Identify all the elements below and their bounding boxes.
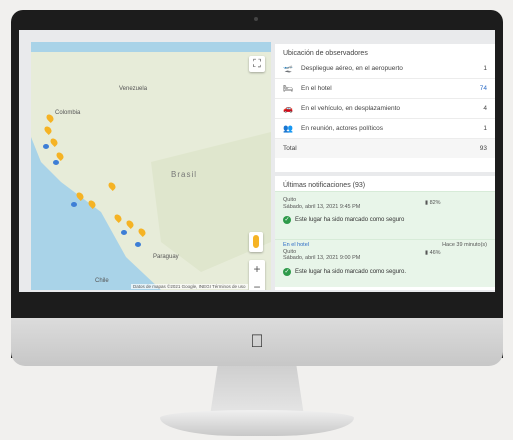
hotel-icon: 🛏	[283, 84, 294, 93]
observer-row-value: 1	[483, 65, 487, 72]
observer-row-value: 1	[483, 125, 487, 132]
map-label-chile: Chile	[95, 278, 109, 284]
notification-battery: ▮ 46%	[425, 250, 441, 256]
notification-battery: ▮ 82%	[425, 200, 441, 206]
notification-date: Sábado, abril 13, 2021 9:00 PM	[283, 255, 361, 261]
notification-time-ago: Hace 39 minuto(s)	[442, 242, 487, 248]
fullscreen-button[interactable]: ⛶	[249, 56, 265, 72]
screen: Venezuela Colombia Brasil Paraguay Chile…	[19, 30, 495, 292]
notifications-title: Últimas notificaciones (93)	[283, 182, 366, 189]
meeting-icon: 👥	[283, 124, 293, 133]
monitor-base	[160, 410, 354, 436]
zoom-out-button[interactable]: −	[249, 278, 265, 290]
map-cluster[interactable]	[43, 144, 49, 149]
observer-row: 🛏 En el hotel 74	[275, 79, 495, 99]
landmass	[31, 42, 271, 290]
pegman-icon	[253, 235, 259, 248]
map-attribution[interactable]: Datos de mapas ©2021 Google, INEGI Térmi…	[131, 284, 248, 289]
street-view-button[interactable]	[249, 232, 263, 252]
map-label-paraguay: Paraguay	[153, 254, 179, 260]
observer-row: 👥 En reunión, actores políticos 1	[275, 119, 495, 139]
zoom-control[interactable]: + −	[249, 260, 265, 290]
observer-row-label: En reunión, actores políticos	[301, 125, 384, 132]
notification-message-text: Este lugar ha sido marcado como seguro	[295, 217, 405, 223]
car-icon: 🚗	[283, 104, 293, 113]
observer-row-value: 4	[483, 105, 487, 112]
notifications-panel: Últimas notificaciones (93) Quito Sábado…	[275, 176, 495, 290]
battery-value: 82%	[429, 200, 441, 206]
observer-row-label: En el hotel	[301, 85, 332, 92]
airport-icon: 🛫	[283, 64, 293, 73]
map-cluster[interactable]	[53, 160, 59, 165]
observer-row-label: Despliegue aéreo, en el aeropuerto	[301, 65, 403, 72]
check-icon: ✓	[283, 268, 291, 276]
map-view[interactable]: Venezuela Colombia Brasil Paraguay Chile…	[31, 42, 271, 290]
battery-value: 46%	[429, 250, 441, 256]
map-label-colombia: Colombia	[55, 110, 81, 116]
total-label: Total	[283, 145, 297, 152]
map-label-venezuela: Venezuela	[119, 86, 148, 92]
notification-place[interactable]: En el hotel	[283, 242, 309, 248]
monitor-stand	[210, 366, 304, 416]
observer-row-value: 74	[479, 85, 487, 92]
observers-panel: Ubicación de observadores 🛫 Despliegue a…	[275, 44, 495, 172]
observers-total-row: Total 93	[275, 139, 495, 158]
total-value: 93	[479, 145, 487, 152]
notification-message-text: Este lugar ha sido marcado como seguro.	[295, 269, 407, 275]
zoom-in-button[interactable]: +	[249, 260, 265, 278]
map-cluster[interactable]	[121, 230, 127, 235]
observer-row: 🚗 En el vehículo, en desplazamiento 4	[275, 99, 495, 119]
map-cluster[interactable]	[71, 202, 77, 207]
notification-message: ✓ Este lugar ha sido marcado como seguro	[283, 216, 404, 224]
notification-message: ✓ Este lugar ha sido marcado como seguro.	[283, 268, 406, 276]
observer-row-label: En el vehículo, en desplazamiento	[301, 105, 401, 112]
apple-logo-icon: 	[249, 331, 265, 351]
observers-title: Ubicación de observadores	[283, 50, 368, 57]
observer-row: 🛫 Despliegue aéreo, en el aeropuerto 1	[275, 59, 495, 79]
check-icon: ✓	[283, 216, 291, 224]
webcam	[254, 17, 258, 21]
map-label-brasil: Brasil	[171, 170, 198, 179]
notification-city: Quito	[283, 197, 297, 203]
notification-date: Sábado, abril 13, 2021 9:45 PM	[283, 204, 361, 210]
notification-item[interactable]: En el hotel Hace 39 minuto(s) Quito Sába…	[275, 239, 495, 287]
map-cluster[interactable]	[135, 242, 141, 247]
notification-item[interactable]: Quito Sábado, abril 13, 2021 9:45 PM ▮ 8…	[275, 191, 495, 239]
